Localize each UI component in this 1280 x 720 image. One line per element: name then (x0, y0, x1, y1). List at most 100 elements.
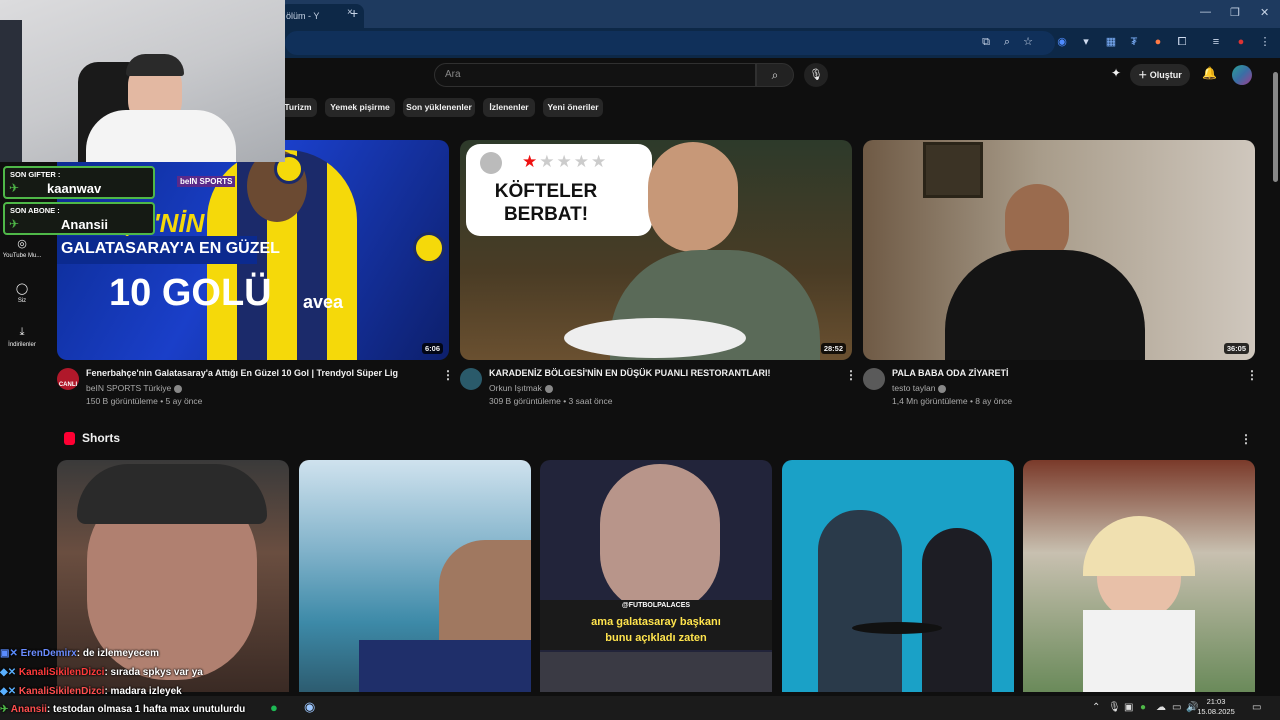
streamer-hair (126, 54, 184, 76)
shelf (0, 20, 22, 162)
youtube-music-icon: ◎ (17, 238, 27, 250)
video-thumbnail[interactable]: ★★★★★ KÖFTELER BERBAT! 28:52 (460, 140, 852, 360)
wall-frame (923, 142, 983, 198)
last-subscriber-panel: SON ABONE : ✈ Anansii (3, 202, 155, 235)
short-thumbnail[interactable] (299, 460, 531, 692)
tray-chevron-icon[interactable]: ⌃ (1092, 702, 1100, 713)
verified-icon (544, 384, 553, 393)
mic-tray-icon[interactable]: 🎙 (1108, 702, 1121, 713)
person-left (818, 510, 902, 692)
rating-stars-icon: ★★★★★ (522, 152, 609, 171)
chat-user: KanaliSikilenDizci (18, 667, 105, 678)
clock-date: 15.08.2025 (1197, 707, 1235, 716)
user-icon: ◯ (15, 283, 29, 295)
chip-yemek-pisirme[interactable]: Yemek pişirme (325, 98, 395, 117)
search-icon: ⌕ (771, 68, 779, 82)
reading-list-icon[interactable]: ≡ (1208, 34, 1224, 50)
channel-avatar[interactable] (863, 368, 885, 390)
sidebar-item-label: İndirilenler (8, 342, 36, 348)
chat-badge-icon: ✈ (0, 704, 11, 715)
person-jacket (945, 250, 1145, 360)
extension-icon[interactable]: ◉ (1054, 34, 1070, 50)
voice-search-button[interactable]: 🎙 (804, 63, 828, 87)
chip-yeni-oneriler[interactable]: Yeni öneriler (543, 98, 603, 117)
chip-son-yuklenenler[interactable]: Son yüklenenler (403, 98, 475, 117)
subscriber-name: Anansii (61, 217, 108, 232)
channel-avatar[interactable]: CANLI (57, 368, 79, 390)
chat-message: ✈ Anansii: testodan olmasa 1 hafta max u… (0, 704, 300, 715)
chat-text: : sırada spkys var ya (104, 667, 203, 678)
video-thumbnail[interactable]: 36:05 (863, 140, 1255, 360)
short-thumbnail[interactable] (1023, 460, 1255, 692)
sidebar-item-you[interactable]: ◯ Siz (0, 282, 44, 304)
tray-app-icon[interactable]: ☁ (1156, 702, 1166, 713)
extension-icon[interactable]: ● (1150, 34, 1166, 50)
more-options-icon[interactable]: ⋮ (442, 368, 454, 382)
mic-icon: 🎙 (809, 69, 823, 81)
more-options-icon[interactable]: ⋮ (1246, 368, 1258, 382)
create-clip-icon[interactable]: ✦ (1111, 66, 1121, 80)
account-avatar[interactable] (1232, 65, 1252, 85)
short-thumbnail[interactable] (782, 460, 1014, 692)
sidebar-item-youtube-music[interactable]: ◎ YouTube Mu... (0, 237, 44, 259)
video-meta: 150 B görüntüleme • 5 ay önce (86, 396, 203, 406)
maximize-icon[interactable]: ❐ (1230, 6, 1240, 19)
tray-app-icon[interactable]: ● (1140, 702, 1146, 713)
search-input[interactable]: Ara (434, 63, 756, 87)
subscribe-icon: ✈ (9, 217, 20, 231)
chat-badge-icon: ◆✕ (0, 667, 19, 678)
video-title[interactable]: KARADENİZ BÖLGESİ'NİN EN DÜŞÜK PUANLI RE… (489, 368, 770, 378)
scrollbar-thumb[interactable] (1273, 72, 1278, 182)
profile-icon[interactable]: ● (1233, 34, 1249, 50)
video-channel[interactable]: testo taylan (892, 383, 947, 393)
tray-app-icon[interactable]: ▣ (1124, 702, 1133, 713)
more-options-icon[interactable]: ⋮ (1240, 432, 1252, 446)
chat-user: Anansii (10, 704, 47, 715)
browser-menu-icon[interactable]: ⋮ (1257, 34, 1273, 50)
caption-line: ama galatasaray başkanı (591, 616, 721, 628)
extension-icon[interactable]: ▦ (1103, 34, 1119, 50)
sidebar-item-downloads[interactable]: ⤓ İndirilenler (0, 326, 44, 348)
extensions-puzzle-icon[interactable]: ⧠ (1174, 34, 1190, 50)
video-channel[interactable]: beIN SPORTS Türkiye (86, 383, 183, 393)
new-tab-icon[interactable]: + (350, 5, 358, 21)
search-button[interactable]: ⌕ (756, 63, 794, 87)
person-hair (1083, 516, 1195, 576)
zoom-icon[interactable]: ⌕ (999, 34, 1015, 50)
notification-center-icon[interactable]: ▭ (1252, 702, 1261, 713)
person-face (648, 142, 738, 252)
lower-frame (540, 652, 772, 692)
bookmark-star-icon[interactable]: ☆ (1020, 34, 1036, 50)
window-close-icon[interactable]: ✕ (1260, 6, 1269, 19)
person-face (600, 464, 720, 614)
notifications-bell-icon[interactable]: 🔔 (1202, 66, 1217, 80)
gifter-label: SON GIFTER : (10, 170, 61, 179)
video-channel[interactable]: Orkun Işıtmak (489, 383, 553, 393)
translate-icon[interactable]: ₮ (1126, 34, 1142, 50)
live-badge: CANLI (58, 382, 78, 388)
chat-badge-icon: ▣✕ (0, 648, 21, 659)
steam-icon[interactable]: ◉ (304, 699, 315, 715)
person-right (922, 528, 992, 692)
video-title[interactable]: PALA BABA ODA ZİYARETİ (892, 368, 1009, 378)
create-button[interactable]: ＋ Oluştur (1130, 64, 1190, 86)
chip-izlenenler[interactable]: İzlenenler (483, 98, 535, 117)
cast-icon[interactable]: ⧉ (978, 34, 994, 50)
channel-avatar[interactable] (460, 368, 482, 390)
caption-handle: @FUTBOLPALACES (621, 602, 691, 609)
network-icon[interactable]: ▭ (1172, 702, 1181, 713)
omnibox[interactable] (285, 31, 1055, 55)
extension-icon[interactable]: ▾ (1078, 34, 1094, 50)
minimize-icon[interactable]: — (1200, 6, 1211, 18)
short-thumbnail[interactable]: @FUTBOLPALACES ama galatasaray başkanı b… (540, 460, 772, 692)
video-title[interactable]: Fenerbahçe'nin Galatasaray'a Attığı En G… (86, 368, 398, 378)
chat-text: : de izlemeyecem (76, 648, 160, 659)
verified-icon (938, 384, 947, 393)
table-top (852, 622, 942, 634)
more-options-icon[interactable]: ⋮ (845, 368, 857, 382)
video-meta: 309 B görüntüleme • 3 saat önce (489, 396, 613, 406)
sidebar-item-label: Siz (17, 298, 27, 304)
channel-name: beIN SPORTS Türkiye (86, 383, 172, 393)
taskbar-clock[interactable]: 21:03 15.08.2025 (1196, 697, 1236, 717)
sidebar-item-label: YouTube Mu... (2, 253, 42, 259)
